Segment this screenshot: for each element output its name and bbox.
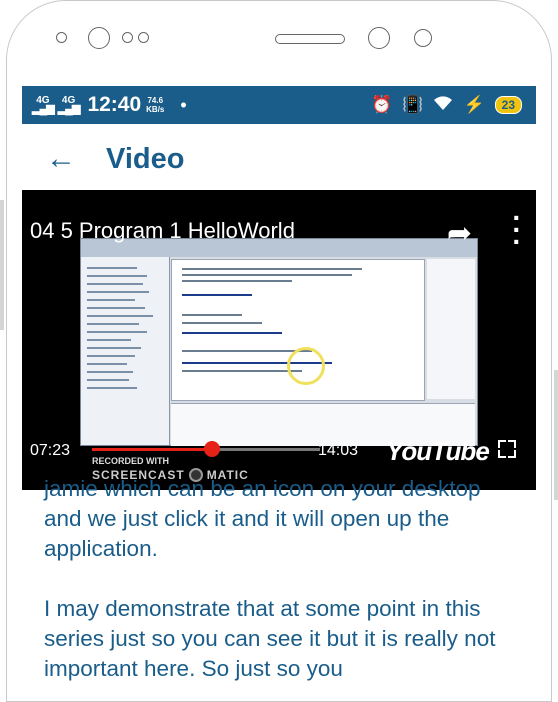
clock: 12:40	[87, 93, 142, 116]
phone-top-bezel	[30, 0, 530, 86]
battery-icon: 23	[494, 96, 522, 114]
charging-icon: ⚡	[463, 95, 485, 114]
vibrate-icon: 📳	[402, 95, 424, 114]
page-title: Video	[106, 142, 185, 175]
back-arrow-icon[interactable]: ←	[46, 142, 86, 176]
video-title[interactable]: 04 5 Program 1 HelloWorld	[30, 218, 295, 244]
recorded-with-label: RECORDED WITH	[92, 456, 169, 466]
transcript-text: jamie which can be an icon on your deskt…	[44, 474, 524, 686]
youtube-logo[interactable]: YouTube	[386, 436, 490, 467]
signal-icon: 4G ▂▄▆	[57, 95, 81, 115]
sensor-dot	[56, 32, 67, 43]
sensor-dot	[122, 32, 133, 43]
seek-bar-thumb[interactable]	[203, 441, 220, 457]
light-sensor	[414, 29, 432, 47]
notification-dot-icon: •	[180, 94, 187, 115]
app-bar: ← Video	[22, 124, 536, 194]
side-button-right	[554, 370, 558, 500]
share-icon[interactable]: ➦	[447, 216, 472, 251]
speed-value: 74.6	[147, 96, 164, 105]
sensor-dot	[138, 32, 149, 43]
front-camera	[88, 27, 110, 49]
total-duration: 14:03	[318, 442, 359, 459]
phone-screen: 4G ▂▄▆ 4G ▂▄▆ 12:40 74.6 KB/s • ⏰ 📳 ⚡ 23	[22, 86, 536, 686]
video-player[interactable]: 04 5 Program 1 HelloWorld ➦ · · · 07:23 14…	[22, 190, 536, 490]
transcript-paragraph: I may demonstrate that at some point in …	[44, 596, 496, 681]
more-options-icon[interactable]: · · ·	[512, 204, 522, 256]
status-bar: 4G ▂▄▆ 4G ▂▄▆ 12:40 74.6 KB/s • ⏰ 📳 ⚡ 23	[22, 86, 536, 124]
earpiece-speaker	[275, 34, 345, 44]
transcript-paragraph: jamie which can be an icon on your deskt…	[44, 476, 481, 561]
side-button-left	[0, 200, 4, 330]
proximity-sensor	[368, 27, 390, 49]
seek-bar-played	[92, 448, 212, 451]
current-time: 07:23	[30, 442, 71, 459]
video-frame-ide-screenshot	[80, 238, 478, 446]
wifi-icon	[433, 95, 453, 116]
alarm-icon: ⏰	[371, 95, 393, 114]
signal-icon: 4G ▂▄▆	[32, 95, 55, 115]
fullscreen-icon[interactable]	[498, 440, 516, 458]
network-speed: 74.6 KB/s	[146, 96, 164, 114]
speed-unit: KB/s	[146, 105, 165, 114]
seek-bar[interactable]	[92, 441, 320, 457]
